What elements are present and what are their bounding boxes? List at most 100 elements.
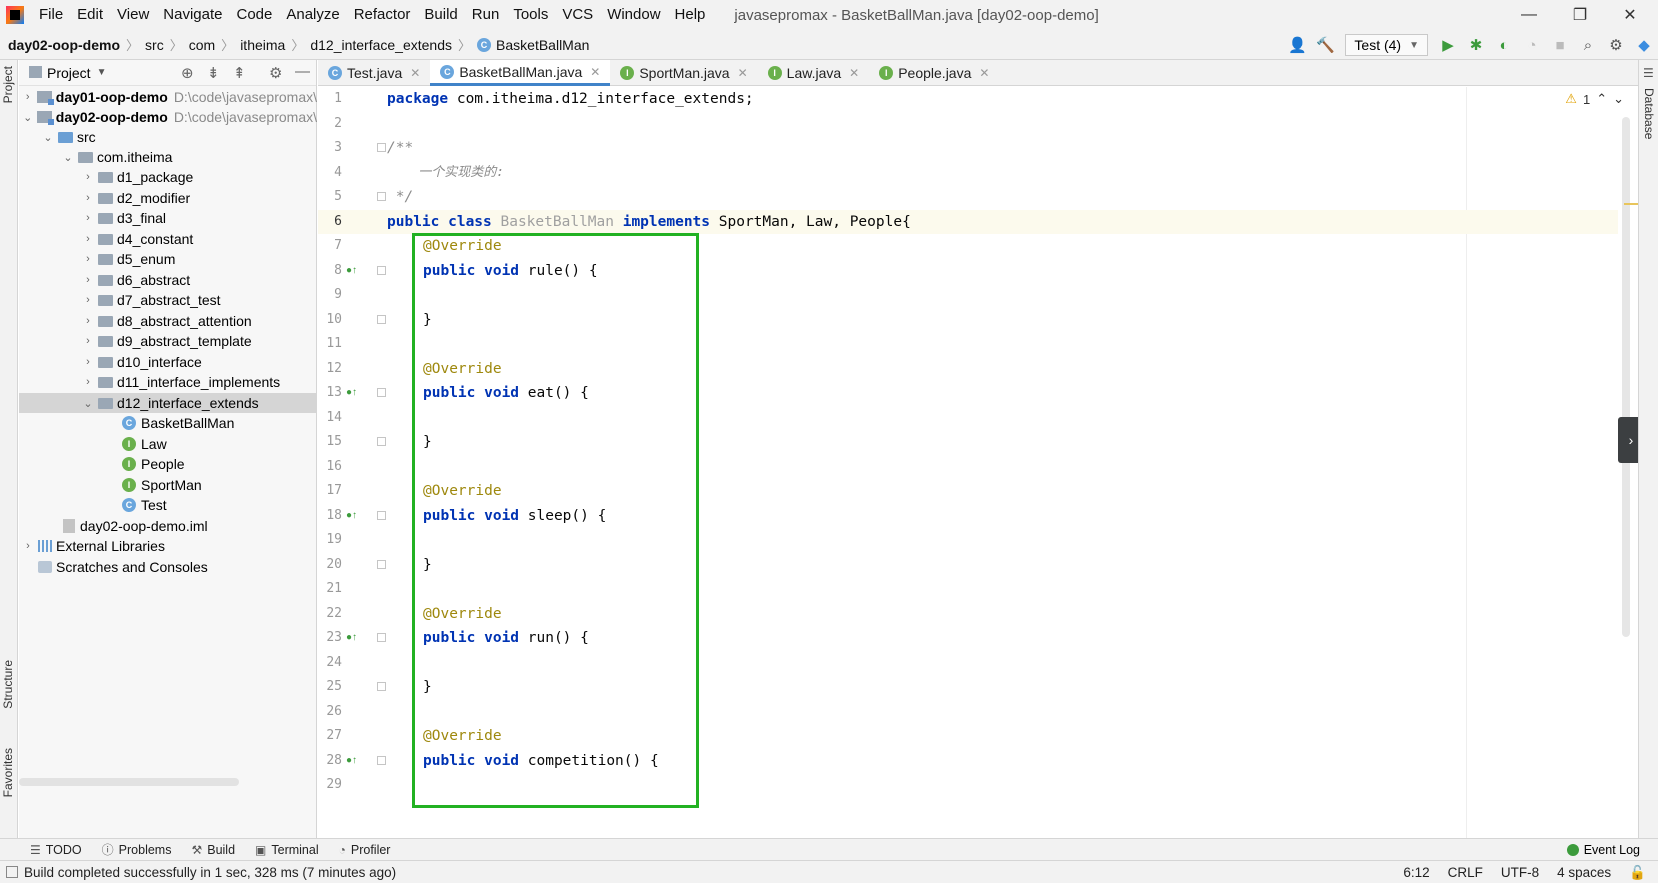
chevron-right-icon[interactable]: › bbox=[81, 192, 95, 204]
fold-icon[interactable] bbox=[377, 388, 386, 397]
fold-icon[interactable] bbox=[377, 559, 386, 569]
search-icon[interactable]: ⌕ bbox=[1577, 34, 1599, 56]
chevron-right-icon[interactable]: › bbox=[81, 253, 95, 265]
menu-view[interactable]: View bbox=[110, 0, 156, 30]
tree-item-com-itheima[interactable]: ⌄ com.itheima bbox=[19, 147, 317, 167]
tree-item-package[interactable]: › d4_constant bbox=[19, 229, 317, 249]
chevron-right-icon[interactable]: › bbox=[81, 171, 95, 183]
close-icon[interactable]: ✕ bbox=[590, 65, 600, 79]
chevron-down-icon[interactable]: ▼ bbox=[97, 67, 107, 78]
project-panel-title[interactable]: Project bbox=[47, 65, 91, 81]
menu-edit[interactable]: Edit bbox=[70, 0, 110, 30]
fold-icon[interactable] bbox=[377, 682, 386, 691]
breadcrumb-project[interactable]: day02-oop-demo bbox=[0, 37, 124, 53]
tree-item-interface[interactable]: I Law bbox=[19, 434, 317, 454]
menu-vcs[interactable]: VCS bbox=[555, 0, 600, 30]
chevron-right-icon[interactable]: › bbox=[81, 294, 95, 306]
database-tool-tab[interactable]: Database bbox=[1642, 88, 1656, 139]
breadcrumb-class[interactable]: C BasketBallMan bbox=[473, 37, 593, 53]
tree-item-package[interactable]: › d6_abstract bbox=[19, 270, 317, 290]
chevron-right-icon[interactable]: › bbox=[81, 233, 95, 245]
tree-item-external-libraries[interactable]: › External Libraries bbox=[19, 536, 317, 556]
chevron-right-icon[interactable]: › bbox=[81, 335, 95, 347]
debug-icon[interactable]: ✱ bbox=[1465, 34, 1487, 56]
implements-method-icon[interactable]: ●↑ bbox=[346, 510, 357, 521]
inspection-widget[interactable]: ⚠ 1 ⌃ ⌄ bbox=[1565, 91, 1624, 107]
chevron-up-icon[interactable]: ⌃ bbox=[1596, 91, 1607, 107]
profiler-tool-button[interactable]: ◔ Profiler bbox=[329, 843, 401, 857]
menu-window[interactable]: Window bbox=[600, 0, 667, 30]
tree-item-class[interactable]: C BasketBallMan bbox=[19, 413, 317, 433]
build-tool-button[interactable]: ⚒ Build bbox=[181, 843, 245, 857]
chevron-down-icon[interactable]: ⌄ bbox=[41, 131, 55, 144]
menu-navigate[interactable]: Navigate bbox=[156, 0, 229, 30]
close-icon[interactable]: ✕ bbox=[979, 66, 989, 80]
locate-icon[interactable]: ⊕ bbox=[181, 64, 194, 82]
tree-item-interface[interactable]: I SportMan bbox=[19, 475, 317, 495]
breadcrumb-package[interactable]: d12_interface_extends bbox=[306, 37, 456, 53]
tree-item-day02-oop-demo[interactable]: ⌄ day02-oop-demo D:\code\javasepromax\ bbox=[19, 107, 317, 127]
collapse-all-icon[interactable]: ⇞ bbox=[233, 64, 246, 82]
restore-button[interactable]: ❐ bbox=[1557, 0, 1603, 30]
tree-item-interface[interactable]: I People bbox=[19, 454, 317, 474]
caret-position[interactable]: 6:12 bbox=[1403, 865, 1429, 880]
chevron-right-icon[interactable]: › bbox=[1618, 417, 1638, 463]
tree-item-scratches[interactable]: Scratches and Consoles bbox=[19, 557, 317, 577]
gear-icon[interactable]: ⚙ bbox=[269, 64, 282, 82]
close-window-button[interactable]: ✕ bbox=[1607, 0, 1653, 30]
fold-icon[interactable] bbox=[377, 755, 386, 765]
hide-panel-icon[interactable]: — bbox=[295, 63, 310, 80]
implements-method-icon[interactable]: ●↑ bbox=[346, 632, 357, 643]
event-log-button[interactable]: Event Log bbox=[1566, 839, 1640, 861]
menu-help[interactable]: Help bbox=[668, 0, 713, 30]
menu-code[interactable]: Code bbox=[229, 0, 279, 30]
menu-run[interactable]: Run bbox=[465, 0, 507, 30]
file-encoding[interactable]: UTF-8 bbox=[1501, 865, 1539, 880]
menu-file[interactable]: File bbox=[32, 0, 70, 30]
status-message[interactable]: Build completed successfully in 1 sec, 3… bbox=[24, 865, 396, 880]
tree-item-iml[interactable]: day02-oop-demo.iml bbox=[19, 516, 317, 536]
minimize-button[interactable]: — bbox=[1506, 0, 1552, 30]
implements-method-icon[interactable]: ●↑ bbox=[346, 755, 357, 766]
profile-icon[interactable]: ◔ bbox=[1521, 34, 1543, 56]
toggle-tool-windows-icon[interactable] bbox=[6, 866, 18, 878]
fold-icon[interactable] bbox=[377, 192, 386, 201]
close-icon[interactable]: ✕ bbox=[849, 66, 859, 80]
stop-icon[interactable]: ■ bbox=[1549, 34, 1571, 56]
menu-build[interactable]: Build bbox=[417, 0, 464, 30]
code-editor[interactable]: 1 package com.itheima.d12_interface_exte… bbox=[318, 87, 1638, 838]
problems-tool-button[interactable]: ⓘ Problems bbox=[92, 841, 182, 858]
tree-item-package[interactable]: › d2_modifier bbox=[19, 188, 317, 208]
expand-all-icon[interactable]: ⇟ bbox=[207, 64, 220, 82]
tab-sportman-java[interactable]: I SportMan.java ✕ bbox=[610, 60, 757, 86]
menu-analyze[interactable]: Analyze bbox=[279, 0, 346, 30]
tree-item-package[interactable]: › d10_interface bbox=[19, 352, 317, 372]
project-tool-tab[interactable]: Project bbox=[1, 66, 15, 103]
coverage-icon[interactable]: ◐ bbox=[1493, 34, 1515, 56]
chevron-down-icon[interactable]: ⌄ bbox=[21, 111, 34, 124]
tree-item-package[interactable]: › d3_final bbox=[19, 208, 317, 228]
tree-item-src[interactable]: ⌄ src bbox=[19, 127, 317, 147]
scroll-thumb[interactable] bbox=[1622, 117, 1630, 637]
chevron-right-icon[interactable]: › bbox=[81, 356, 95, 368]
tab-basketballman-java[interactable]: C BasketBallMan.java ✕ bbox=[430, 60, 611, 86]
menu-tools[interactable]: Tools bbox=[506, 0, 555, 30]
indent-setting[interactable]: 4 spaces bbox=[1557, 865, 1611, 880]
fold-icon[interactable] bbox=[377, 633, 386, 642]
structure-tool-tab[interactable]: Structure bbox=[1, 660, 15, 709]
chevron-right-icon[interactable]: › bbox=[81, 212, 95, 224]
chevron-right-icon[interactable]: › bbox=[81, 274, 95, 286]
chevron-down-icon[interactable]: ⌄ bbox=[81, 397, 95, 410]
plugin-icon[interactable]: ◆ bbox=[1633, 34, 1655, 56]
close-icon[interactable]: ✕ bbox=[738, 66, 748, 80]
fold-icon[interactable] bbox=[377, 314, 386, 324]
tab-law-java[interactable]: I Law.java ✕ bbox=[758, 60, 870, 86]
horizontal-scrollbar[interactable] bbox=[19, 778, 239, 786]
tree-item-package[interactable]: › d9_abstract_template bbox=[19, 331, 317, 351]
fold-icon[interactable] bbox=[377, 265, 386, 275]
gear-icon[interactable]: ⚙ bbox=[1605, 34, 1627, 56]
favorites-tool-tab[interactable]: Favorites bbox=[1, 748, 15, 797]
breadcrumb-com[interactable]: com bbox=[185, 37, 219, 53]
chevron-right-icon[interactable]: › bbox=[21, 540, 35, 552]
tree-item-class[interactable]: C Test bbox=[19, 495, 317, 515]
